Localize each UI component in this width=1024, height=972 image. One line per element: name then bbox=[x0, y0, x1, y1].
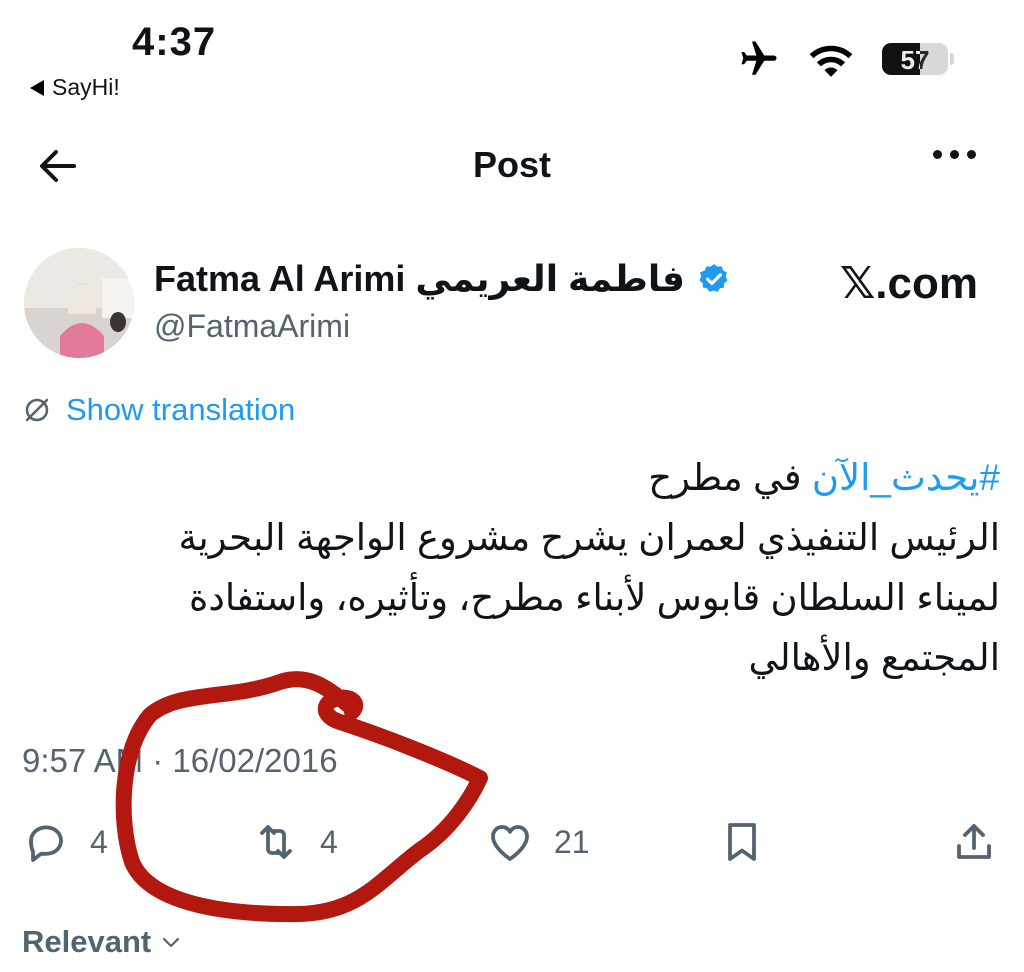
tweet-first-line-rest: في مطرح bbox=[648, 457, 812, 498]
reply-count: 4 bbox=[90, 823, 108, 860]
airplane-icon bbox=[741, 41, 777, 75]
back-to-app-link[interactable]: SayHi! bbox=[30, 74, 120, 101]
like-count: 21 bbox=[554, 823, 590, 860]
author-name-row[interactable]: Fatma Al Arimi فاطمة العريمي bbox=[154, 258, 731, 300]
x-com-watermark: 𝕏.com bbox=[839, 259, 978, 308]
status-time: 4:37 bbox=[132, 20, 217, 64]
translate-icon bbox=[25, 398, 49, 422]
back-triangle-icon bbox=[30, 79, 44, 96]
back-app-label: SayHi! bbox=[52, 74, 120, 100]
repost-count: 4 bbox=[320, 823, 338, 860]
repost-button[interactable]: 4 bbox=[252, 818, 338, 866]
more-horizontal-icon[interactable] bbox=[933, 150, 976, 159]
battery-nub bbox=[950, 53, 954, 65]
page-title: Post bbox=[472, 144, 551, 185]
battery-level: 57 bbox=[900, 45, 930, 75]
bookmark-button[interactable] bbox=[718, 818, 766, 866]
show-translation-link[interactable]: Show translation bbox=[22, 392, 295, 428]
tweet-timestamp[interactable]: 9:57 AM · 16/02/2016 bbox=[22, 742, 338, 780]
wifi-icon bbox=[809, 45, 853, 77]
show-translation-label: Show translation bbox=[66, 392, 296, 427]
author-name: Fatma Al Arimi فاطمة العريمي bbox=[154, 258, 686, 299]
tweet-body: الرئيس التنفيذي لعمران يشرح مشروع الواجه… bbox=[178, 517, 1000, 678]
chevron-down-icon bbox=[163, 937, 180, 948]
author-handle[interactable]: @FatmaArimi bbox=[154, 308, 350, 345]
status-icons: 57 bbox=[738, 38, 954, 80]
reply-icon bbox=[29, 825, 63, 862]
like-button[interactable]: 21 bbox=[486, 818, 590, 866]
share-icon bbox=[957, 824, 991, 859]
hashtag-link[interactable]: #يحدث_الآن bbox=[812, 457, 1000, 498]
heart-icon bbox=[491, 825, 529, 861]
bookmark-icon bbox=[728, 823, 756, 861]
replies-sort-dropdown[interactable]: Relevant bbox=[22, 924, 183, 960]
reply-button[interactable]: 4 bbox=[22, 818, 108, 866]
battery-icon: 57 bbox=[882, 43, 948, 75]
share-button[interactable] bbox=[950, 818, 998, 866]
arrow-left-icon[interactable] bbox=[34, 142, 82, 190]
avatar[interactable] bbox=[24, 248, 134, 358]
repost-icon bbox=[260, 825, 292, 859]
tweet-first-line: #يحدث_الآن في مطرح bbox=[100, 448, 1000, 508]
replies-sort-label: Relevant bbox=[22, 924, 152, 959]
tweet-text: #يحدث_الآن في مطرح الرئيس التنفيذي لعمرا… bbox=[100, 448, 1000, 688]
verified-badge-icon bbox=[699, 264, 728, 292]
